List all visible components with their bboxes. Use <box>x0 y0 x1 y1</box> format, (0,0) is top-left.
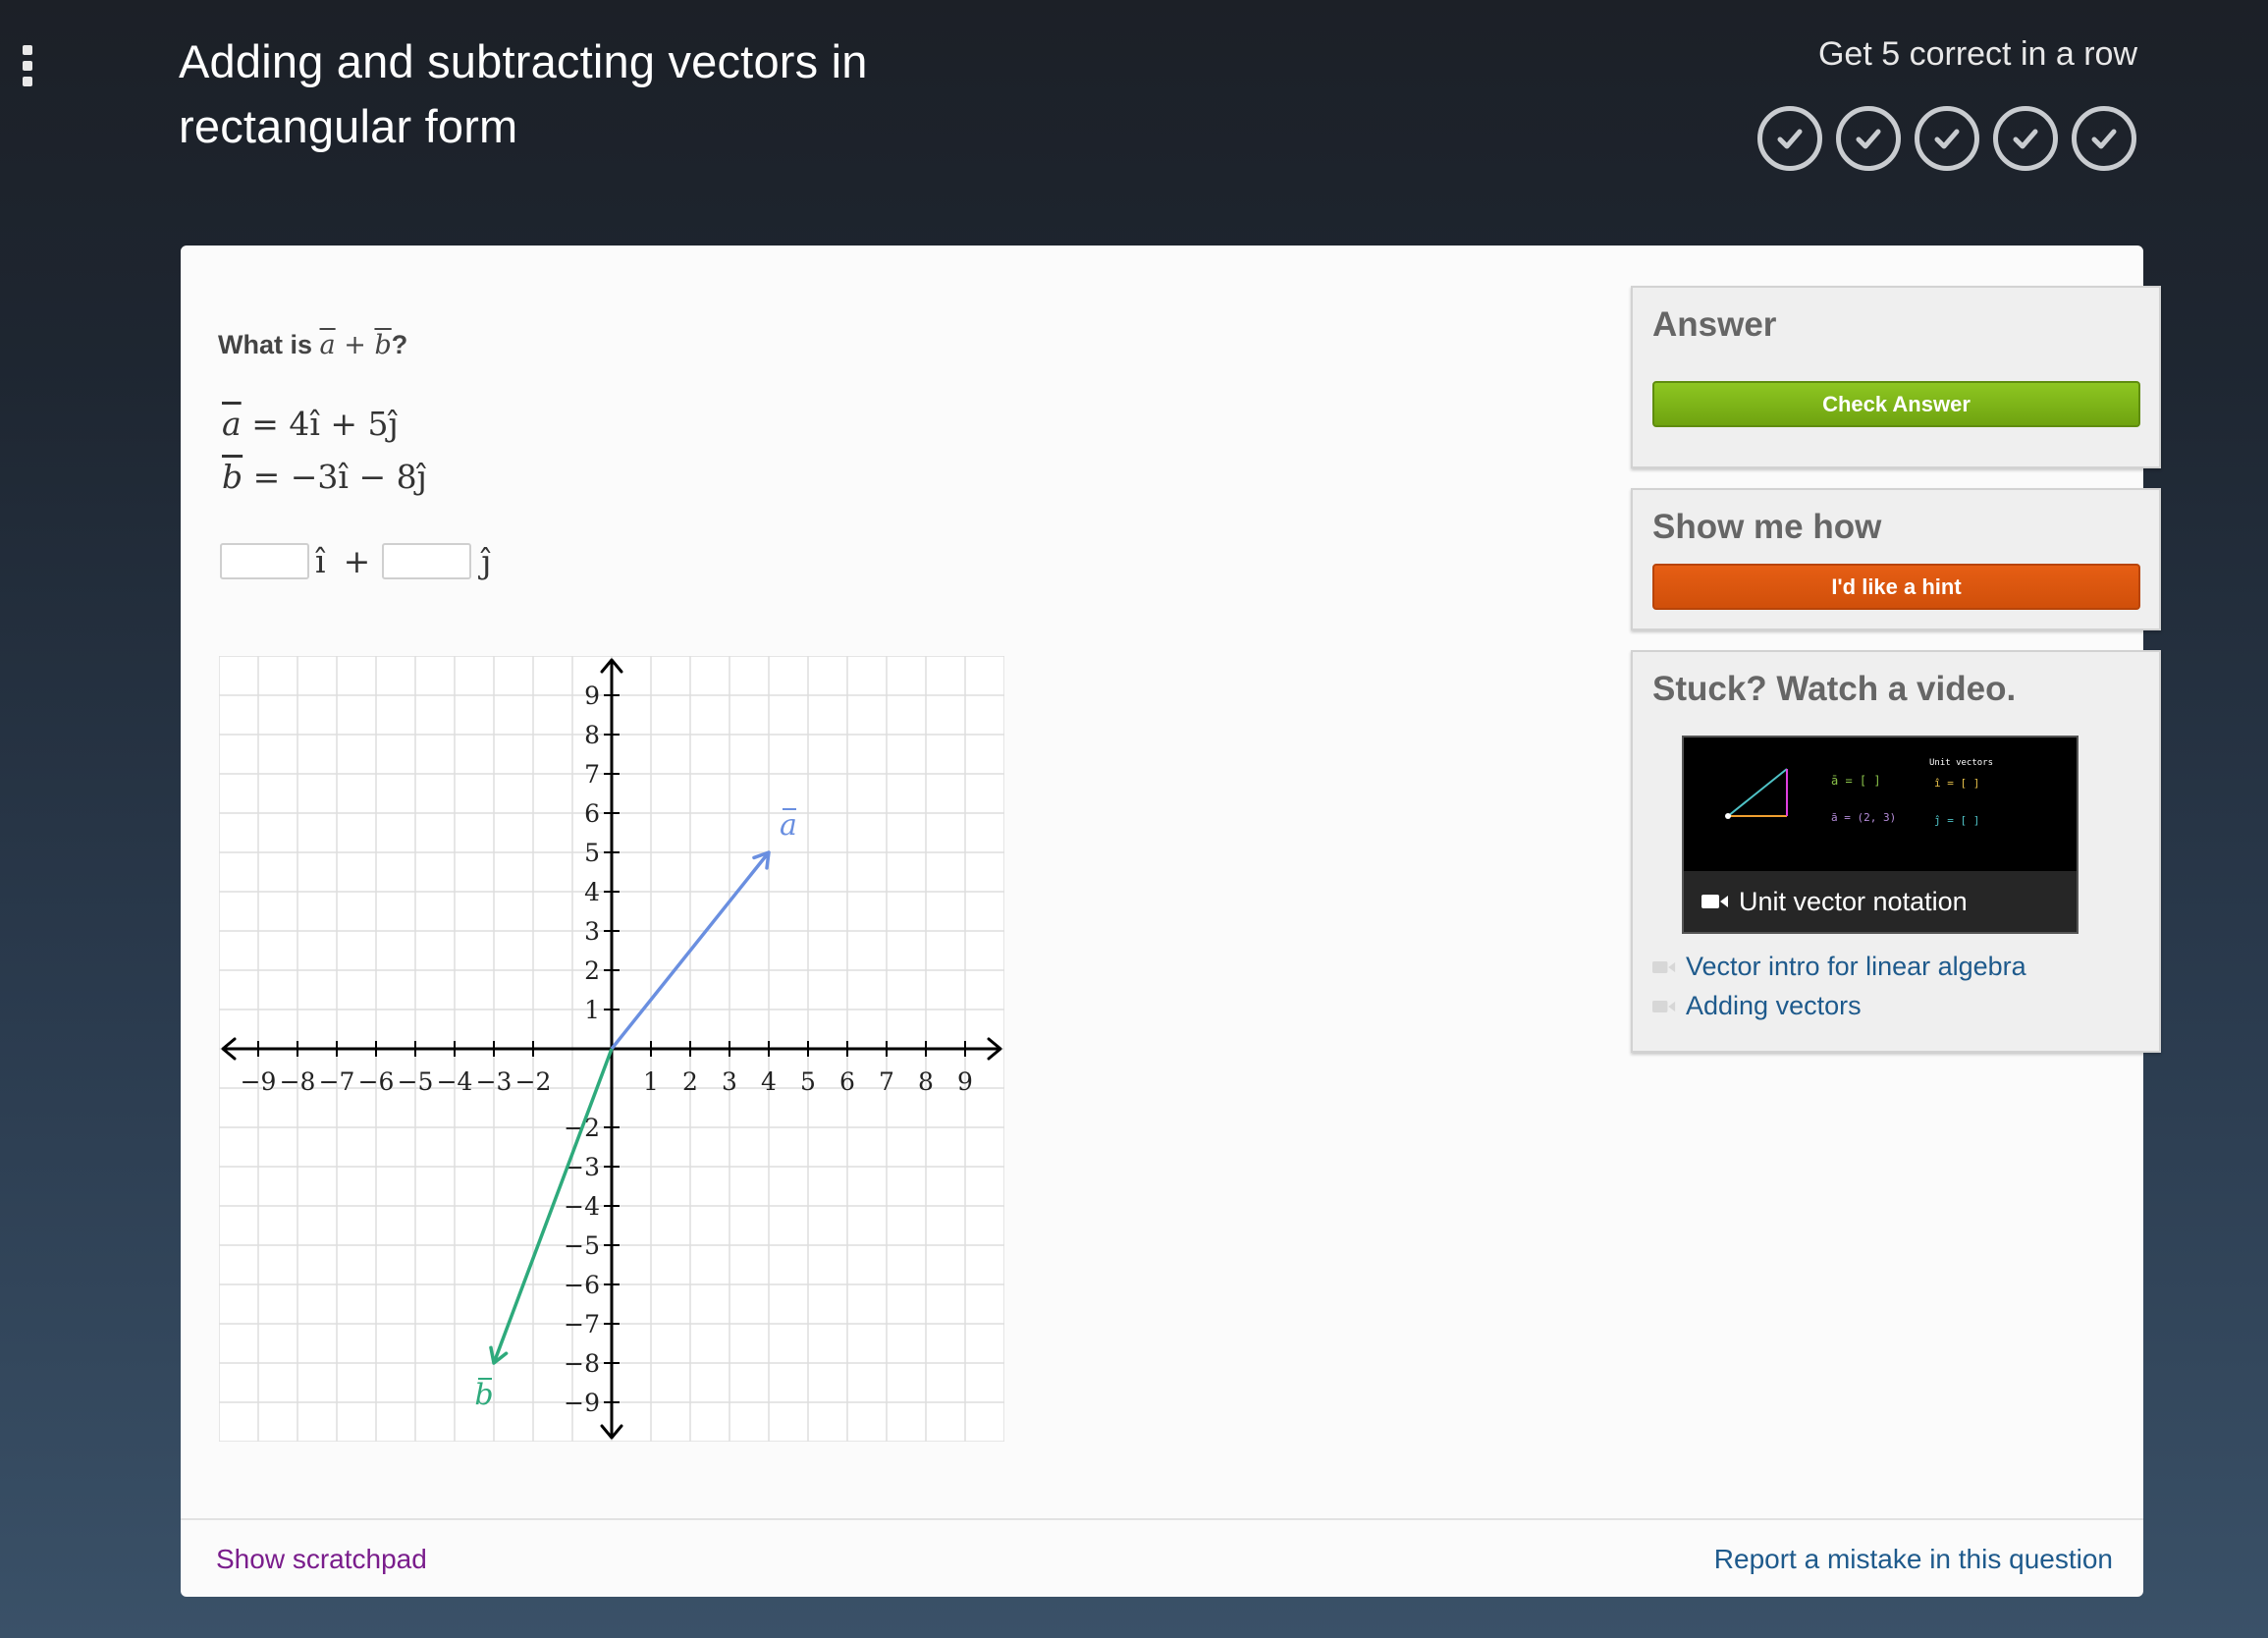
x-tick-label: 6 <box>839 1067 855 1096</box>
prompt-vector-a: a <box>319 330 336 360</box>
y-tick-label: 5 <box>584 839 600 867</box>
y-tick-label: −8 <box>564 1349 600 1378</box>
streak-indicator <box>1757 106 2136 171</box>
video-caption: Unit vector notation <box>1684 871 2077 932</box>
y-tick-label: 1 <box>584 996 600 1024</box>
answer-heading: Answer <box>1652 305 1777 344</box>
hint-heading: Show me how <box>1652 508 1882 546</box>
y-tick-label: −5 <box>564 1231 600 1260</box>
answer-plus: + <box>343 542 371 580</box>
vector-b-symbol: b <box>222 458 243 496</box>
exercise-title: Adding and subtracting vectors in rectan… <box>179 35 868 152</box>
svg-text:î = [ ]: î = [ ] <box>1934 777 1979 790</box>
streak-label: Get 5 correct in a row <box>1817 35 2137 73</box>
vector-b-label: b <box>474 1378 493 1412</box>
check-answer-button[interactable]: Check Answer <box>1652 381 2140 427</box>
streak-check-icon <box>2072 106 2136 171</box>
streak-check-icon <box>1757 106 1822 171</box>
prompt-prefix: What is <box>218 330 313 359</box>
svg-text:ā = [ ]: ā = [ ] <box>1831 774 1881 788</box>
show-scratchpad-link[interactable]: Show scratchpad <box>216 1544 427 1575</box>
y-tick-label: 8 <box>584 721 600 749</box>
y-tick-label: −7 <box>564 1310 600 1338</box>
related-video-label: Vector intro for linear algebra <box>1686 952 2026 981</box>
vector-a-label: a <box>780 808 797 843</box>
video-camera-icon <box>1652 960 1676 973</box>
question-prompt: What is a + b? <box>218 330 407 360</box>
x-tick-label: −5 <box>398 1067 434 1096</box>
answer-i-input[interactable] <box>220 543 309 579</box>
j-hat-label: ĵ <box>481 542 492 580</box>
answer-j-input[interactable] <box>382 543 472 579</box>
related-video-label: Adding vectors <box>1686 991 1862 1020</box>
prompt-suffix: ? <box>391 330 408 359</box>
streak-check-icon <box>1836 106 1901 171</box>
menu-dots-icon[interactable] <box>21 45 34 86</box>
x-tick-label: 3 <box>722 1067 737 1096</box>
hint-button[interactable]: I'd like a hint <box>1652 564 2140 610</box>
x-tick-label: 9 <box>957 1067 973 1096</box>
vector-a-symbol: a <box>222 405 242 443</box>
y-tick-label: 3 <box>584 917 600 946</box>
vector-b-value: = −3î − 8ĵ <box>252 458 427 496</box>
streak-check-icon <box>1993 106 2058 171</box>
y-tick-label: 9 <box>584 682 600 710</box>
y-tick-label: −4 <box>564 1192 600 1221</box>
video-thumbnail[interactable]: ā = [ ] ā = (2, 3) Unit vectors î = [ ] … <box>1682 736 2079 934</box>
x-tick-label: −7 <box>319 1067 355 1096</box>
vector-graph: −9−8−7−6−5−4−3−2123456789987654321−2−3−4… <box>219 656 1004 1442</box>
related-video-link[interactable]: Vector intro for linear algebra <box>1652 952 2026 982</box>
x-tick-label: −9 <box>241 1067 277 1096</box>
report-mistake-link[interactable]: Report a mistake in this question <box>1714 1544 2113 1575</box>
y-tick-label: 6 <box>584 799 600 828</box>
answer-row: î + ĵ <box>220 542 503 580</box>
vector-a-value: = 4î + 5ĵ <box>251 405 399 443</box>
answer-panel: Answer Check Answer <box>1631 286 2161 468</box>
card-footer: Show scratchpad Report a mistake in this… <box>181 1518 2143 1597</box>
prompt-expression: a + b <box>320 330 392 360</box>
x-tick-label: 7 <box>879 1067 894 1096</box>
x-tick-label: −4 <box>437 1067 473 1096</box>
video-heading: Stuck? Watch a video. <box>1652 670 2017 708</box>
x-tick-label: −2 <box>515 1067 552 1096</box>
x-tick-label: 5 <box>800 1067 816 1096</box>
prompt-plus: + <box>344 330 366 360</box>
x-tick-label: 4 <box>761 1067 777 1096</box>
x-tick-label: −6 <box>358 1067 395 1096</box>
vector-b-equation: b = −3î − 8ĵ <box>222 458 427 496</box>
video-title: Unit vector notation <box>1739 886 1968 916</box>
svg-text:ā = (2, 3): ā = (2, 3) <box>1831 811 1896 824</box>
svg-text:ĵ = [ ]: ĵ = [ ] <box>1934 814 1979 827</box>
svg-text:Unit vectors: Unit vectors <box>1929 758 1993 768</box>
x-tick-label: 1 <box>643 1067 659 1096</box>
related-video-link[interactable]: Adding vectors <box>1652 991 1862 1021</box>
y-tick-label: 4 <box>584 878 600 906</box>
video-camera-icon <box>1652 1000 1676 1012</box>
streak-check-icon <box>1915 106 1979 171</box>
vector-a-equation: a = 4î + 5ĵ <box>222 405 399 443</box>
x-tick-label: −8 <box>280 1067 316 1096</box>
x-tick-label: 8 <box>918 1067 934 1096</box>
video-panel: Stuck? Watch a video. ā = [ ] ā = (2, 3)… <box>1631 650 2161 1053</box>
prompt-vector-b: b <box>374 330 392 360</box>
x-tick-label: −3 <box>476 1067 513 1096</box>
hint-panel: Show me how I'd like a hint <box>1631 488 2161 630</box>
i-hat-label: î <box>315 542 326 580</box>
video-preview-image: ā = [ ] ā = (2, 3) Unit vectors î = [ ] … <box>1725 758 1993 827</box>
y-tick-label: −6 <box>564 1271 600 1299</box>
y-tick-label: 2 <box>584 956 600 985</box>
y-tick-label: −9 <box>564 1389 600 1417</box>
x-tick-label: 2 <box>682 1067 698 1096</box>
video-camera-icon <box>1701 895 1728 908</box>
y-tick-label: 7 <box>584 760 600 789</box>
